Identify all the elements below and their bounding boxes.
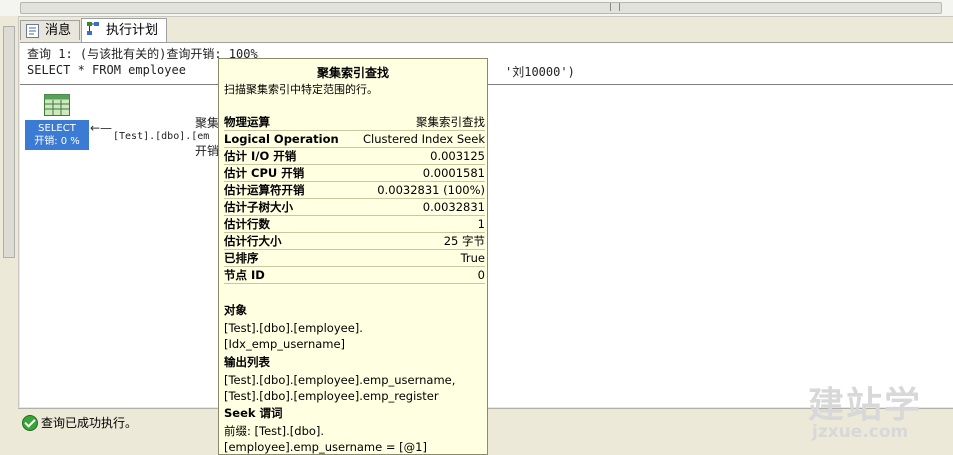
result-tabs: 消息 执行计划 bbox=[20, 18, 953, 42]
seek-line: 前缀: [Test].[dbo]. bbox=[224, 424, 325, 438]
tooltip-output-section: 输出列表 [Test].[dbo].[employee].emp_usernam… bbox=[224, 354, 455, 404]
watermark-text: 建站学 bbox=[808, 385, 923, 426]
watermark-logo: 建站学 jzxue.com bbox=[808, 376, 948, 444]
tooltip-description: 扫描聚集索引中特定范围的行。 bbox=[224, 83, 378, 96]
select-operator-node[interactable]: SELECT 开销: 0 % bbox=[25, 120, 89, 150]
property-key: Logical Operation bbox=[224, 132, 339, 146]
execution-plan-icon bbox=[87, 22, 99, 35]
tooltip-title: 聚集索引查找 bbox=[316, 66, 389, 80]
message-icon bbox=[26, 24, 39, 38]
property-row: 估计运算符开销 0.0032831 (100%) bbox=[224, 182, 485, 199]
property-value: 0 bbox=[477, 268, 485, 282]
tab-execution-plan[interactable]: 执行计划 bbox=[81, 18, 168, 42]
property-value: 0.0001581 bbox=[422, 166, 485, 180]
select-operator-icon[interactable] bbox=[44, 94, 70, 116]
scrollbar-grip-icon bbox=[610, 3, 620, 11]
property-row: 估计行数 1 bbox=[224, 216, 485, 233]
seek-header: Seek 谓词 bbox=[224, 406, 283, 420]
property-key: 估计行数 bbox=[224, 217, 270, 231]
arrow-left-icon: ←— bbox=[90, 121, 113, 135]
property-row: 估计 CPU 开销 0.0001581 bbox=[224, 165, 485, 182]
property-value: 0.003125 bbox=[430, 149, 485, 163]
property-row: 估计行大小 25 字节 bbox=[224, 233, 485, 250]
seek-line: [employee].emp_username = [@1] bbox=[224, 440, 427, 454]
property-value: 25 字节 bbox=[443, 234, 485, 248]
property-value: 0.0032831 (100%) bbox=[377, 183, 485, 197]
select-operator-label: SELECT bbox=[38, 123, 76, 134]
watermark-url: jzxue.com bbox=[812, 422, 909, 442]
object-header: 对象 bbox=[224, 303, 247, 317]
property-row: 估计子树大小 0.0032831 bbox=[224, 199, 485, 216]
property-key: 估计子树大小 bbox=[224, 200, 293, 214]
object-line: [Idx_emp_username] bbox=[224, 337, 346, 351]
success-check-icon bbox=[22, 415, 38, 431]
property-key: 估计 CPU 开销 bbox=[224, 166, 305, 180]
tab-messages[interactable]: 消息 bbox=[20, 20, 81, 40]
query-sql-tail: '刘10000') bbox=[505, 65, 575, 79]
property-key: 物理运算 bbox=[224, 115, 270, 129]
property-row: 估计 I/O 开销 0.003125 bbox=[224, 148, 485, 165]
tab-execution-plan-label: 执行计划 bbox=[106, 23, 159, 38]
property-row: 物理运算 聚集索引查找 bbox=[224, 114, 485, 131]
tooltip-object-section: 对象 [Test].[dbo].[employee]. [Idx_emp_use… bbox=[224, 302, 363, 352]
output-line: [Test].[dbo].[employee].emp_username, bbox=[224, 373, 456, 387]
property-key: 已排序 bbox=[224, 251, 259, 265]
property-value: Clustered Index Seek bbox=[362, 132, 485, 146]
property-key: 估计运算符开销 bbox=[224, 183, 305, 197]
property-row: 节点 ID 0 bbox=[224, 267, 485, 284]
query-sql-line: SELECT * FROM employee bbox=[27, 63, 186, 77]
operator-tooltip: 聚集索引查找 扫描聚集索引中特定范围的行。 物理运算 聚集索引查找 Logical… bbox=[218, 58, 488, 455]
scrollbar-thumb[interactable] bbox=[20, 2, 942, 14]
tab-messages-label: 消息 bbox=[45, 23, 72, 38]
output-line: [Test].[dbo].[employee].emp_register bbox=[224, 389, 439, 403]
seek-node-label: 聚集 bbox=[195, 116, 220, 130]
property-row: 已排序 True bbox=[224, 250, 485, 267]
seek-node-object: [Test].[dbo].[em bbox=[113, 131, 210, 142]
vertical-scrollbar-thumb[interactable] bbox=[3, 26, 15, 258]
property-value: True bbox=[460, 251, 485, 265]
horizontal-scrollbar[interactable] bbox=[0, 0, 953, 17]
property-value: 0.0032831 bbox=[422, 200, 485, 214]
output-header: 输出列表 bbox=[224, 355, 270, 369]
object-line: [Test].[dbo].[employee]. bbox=[224, 321, 363, 335]
select-operator-cost: 开销: 0 % bbox=[34, 136, 80, 147]
vertical-scrollbar[interactable] bbox=[0, 16, 19, 455]
property-key: 节点 ID bbox=[224, 268, 265, 282]
status-text: 查询已成功执行。 bbox=[41, 416, 138, 430]
property-row: Logical Operation Clustered Index Seek bbox=[224, 131, 485, 148]
property-key: 估计 I/O 开销 bbox=[224, 149, 297, 163]
seek-node-cost: 开销 bbox=[195, 144, 220, 158]
property-value: 1 bbox=[477, 217, 485, 231]
tooltip-properties: 物理运算 聚集索引查找 Logical Operation Clustered In… bbox=[224, 114, 485, 284]
tooltip-seek-section: Seek 谓词 前缀: [Test].[dbo]. [employee].emp… bbox=[224, 405, 427, 455]
property-value: 聚集索引查找 bbox=[416, 115, 485, 129]
property-key: 估计行大小 bbox=[224, 234, 282, 248]
